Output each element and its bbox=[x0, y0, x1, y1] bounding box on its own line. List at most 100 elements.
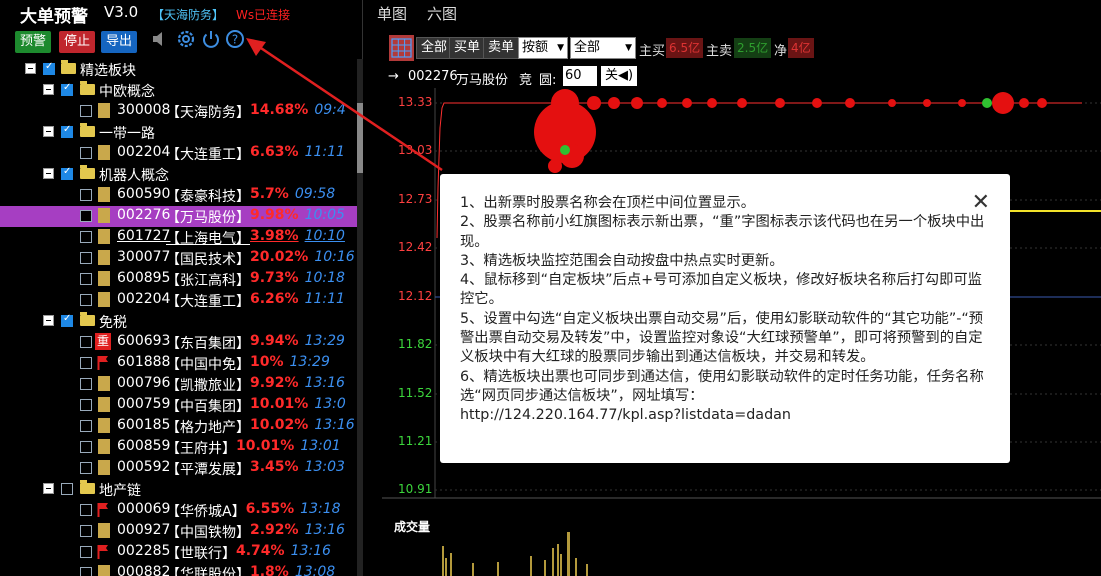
checkbox[interactable] bbox=[80, 147, 92, 159]
checkbox[interactable] bbox=[80, 105, 92, 117]
stock-row[interactable]: 002285 【世联行】 4.74% 13:16 bbox=[0, 542, 357, 563]
tab-six-charts[interactable]: 六图 bbox=[427, 3, 457, 24]
duplicate-badge-icon: 重 bbox=[95, 333, 111, 350]
checkbox[interactable] bbox=[61, 82, 73, 96]
stock-name: 【格力地产】 bbox=[166, 420, 250, 436]
alert-time: 11:11 bbox=[304, 291, 345, 307]
auction-label: 竞 bbox=[519, 73, 533, 88]
alert-button[interactable]: 预警 bbox=[15, 31, 52, 53]
change-percent: 9.73% bbox=[250, 270, 299, 286]
gear-icon[interactable] bbox=[175, 28, 197, 50]
buy-orders-button[interactable]: 买单 bbox=[449, 37, 486, 59]
checkbox[interactable] bbox=[61, 313, 73, 327]
alert-time: 10:10 bbox=[304, 228, 345, 244]
change-percent: 2.92% bbox=[250, 522, 299, 538]
checkbox[interactable] bbox=[80, 252, 92, 264]
stock-code: 600859 bbox=[117, 438, 171, 454]
circle-size-input[interactable]: 60 bbox=[563, 66, 597, 86]
checkbox[interactable] bbox=[61, 166, 73, 180]
sort-select[interactable]: 按额 bbox=[518, 37, 568, 59]
checkbox[interactable] bbox=[80, 273, 92, 285]
help-line: 6、精选板块出票也可同步到通达信，使用幻影联动软件的定时任务功能，任务名称选“网… bbox=[460, 368, 984, 404]
circle-label: 圆: bbox=[539, 73, 557, 88]
stock-row[interactable]: 600185 【格力地产】 10.02% 13:16 bbox=[0, 416, 357, 437]
net-value: 4亿 bbox=[788, 38, 814, 58]
ws-status: Ws已连接 bbox=[236, 8, 291, 22]
checkbox[interactable] bbox=[80, 231, 92, 243]
checkbox[interactable] bbox=[80, 462, 92, 474]
checkbox[interactable] bbox=[61, 124, 73, 138]
checkbox[interactable] bbox=[80, 567, 92, 576]
scope-select[interactable]: 全部 bbox=[570, 37, 636, 59]
alert-time: 13:29 bbox=[289, 354, 330, 370]
tree-group[interactable]: 免税 bbox=[0, 311, 357, 332]
tab-single-chart[interactable]: 单图 bbox=[377, 3, 407, 24]
checkbox[interactable] bbox=[80, 189, 92, 201]
alert-time: 13:16 bbox=[290, 543, 331, 559]
stock-row[interactable]: 600859 【王府井】 10.01% 13:01 bbox=[0, 437, 357, 458]
stock-row[interactable]: 300077 【国民技术】 20.02% 10:16 bbox=[0, 248, 357, 269]
checkbox[interactable] bbox=[80, 441, 92, 453]
speaker-icon[interactable] bbox=[150, 28, 172, 50]
group-label: 免税 bbox=[99, 315, 127, 331]
collapse-icon[interactable] bbox=[43, 126, 54, 137]
stock-row[interactable]: 000759 【中百集团】 10.01% 13:0 bbox=[0, 395, 357, 416]
stock-name: 【平潭发展】 bbox=[166, 462, 250, 478]
tree-root-label: 精选板块 bbox=[80, 63, 136, 79]
stock-code: 600693 bbox=[117, 333, 171, 349]
collapse-icon[interactable] bbox=[43, 483, 54, 494]
alert-time: 10:16 bbox=[314, 249, 355, 265]
stock-row[interactable]: 000882 【华联股份】 1.8% 13:08 bbox=[0, 563, 357, 576]
change-percent: 20.02% bbox=[250, 249, 309, 265]
collapse-icon[interactable] bbox=[43, 168, 54, 179]
stock-name: 【华侨城A】 bbox=[166, 504, 246, 520]
app-version: V3.0 bbox=[104, 3, 139, 21]
checkbox[interactable] bbox=[80, 399, 92, 411]
change-percent: 9.94% bbox=[250, 333, 299, 349]
stock-row[interactable]: 002276 【万马股份】 9.98% 10:05 bbox=[0, 206, 357, 227]
document-icon bbox=[98, 229, 110, 244]
stock-row[interactable]: 600590 【泰豪科技】 5.7% 09:58 bbox=[0, 185, 357, 206]
sound-toggle-button[interactable]: 关◀) bbox=[601, 66, 638, 86]
collapse-icon[interactable] bbox=[43, 84, 54, 95]
help-line: 1、出新票时股票名称会在顶栏中间位置显示。 bbox=[460, 195, 756, 211]
stock-row[interactable]: 000796 【凯撒旅业】 9.92% 13:16 bbox=[0, 374, 357, 395]
alert-time: 13:16 bbox=[304, 522, 345, 538]
stock-row[interactable]: 601888 【中国中免】 10% 13:29 bbox=[0, 353, 357, 374]
checkbox[interactable] bbox=[61, 483, 73, 495]
stock-row[interactable]: 000927 【中国铁物】 2.92% 13:16 bbox=[0, 521, 357, 542]
checkbox[interactable] bbox=[80, 336, 92, 348]
stop-button[interactable]: 停止 bbox=[59, 31, 96, 53]
stock-row[interactable]: 002204 【大连重工】 6.26% 11:11 bbox=[0, 290, 357, 311]
power-icon[interactable] bbox=[200, 28, 222, 50]
stock-row[interactable]: 600895 【张江高科】 9.73% 10:18 bbox=[0, 269, 357, 290]
collapse-icon[interactable] bbox=[43, 315, 54, 326]
document-icon bbox=[98, 187, 110, 202]
checkbox[interactable] bbox=[80, 420, 92, 432]
checkbox[interactable] bbox=[80, 378, 92, 390]
sell-orders-button[interactable]: 卖单 bbox=[483, 37, 520, 59]
document-icon bbox=[98, 439, 110, 454]
collapse-icon[interactable] bbox=[25, 63, 36, 74]
stock-code: 000927 bbox=[117, 522, 171, 538]
export-button[interactable]: 导出 bbox=[101, 31, 138, 53]
stock-name: 【世联行】 bbox=[166, 546, 236, 562]
stock-row[interactable]: 000592 【平潭发展】 3.45% 13:03 bbox=[0, 458, 357, 479]
stock-row[interactable]: 000069 【华侨城A】 6.55% 13:18 bbox=[0, 500, 357, 521]
tree-group[interactable]: 地产链 bbox=[0, 479, 357, 500]
checkbox[interactable] bbox=[80, 357, 92, 369]
checkbox[interactable] bbox=[80, 210, 92, 222]
checkbox[interactable] bbox=[80, 504, 92, 516]
y-tick-label: 12.73 bbox=[398, 192, 433, 206]
document-icon bbox=[98, 250, 110, 265]
checkbox[interactable] bbox=[43, 61, 55, 75]
help-line[interactable]: http://124.220.164.77/kpl.asp?listdata=d… bbox=[460, 406, 990, 425]
stock-row[interactable]: 601727 【上海电气】 3.98% 10:10 bbox=[0, 227, 357, 248]
document-icon bbox=[98, 271, 110, 286]
stock-code: 600185 bbox=[117, 417, 171, 433]
checkbox[interactable] bbox=[80, 546, 92, 558]
checkbox[interactable] bbox=[80, 525, 92, 537]
stock-row[interactable]: 重 600693 【东百集团】 9.94% 13:29 bbox=[0, 332, 357, 353]
checkbox[interactable] bbox=[80, 294, 92, 306]
help-line: 3、精选板块监控范围会自动按盘中热点实时更新。 bbox=[460, 252, 784, 269]
